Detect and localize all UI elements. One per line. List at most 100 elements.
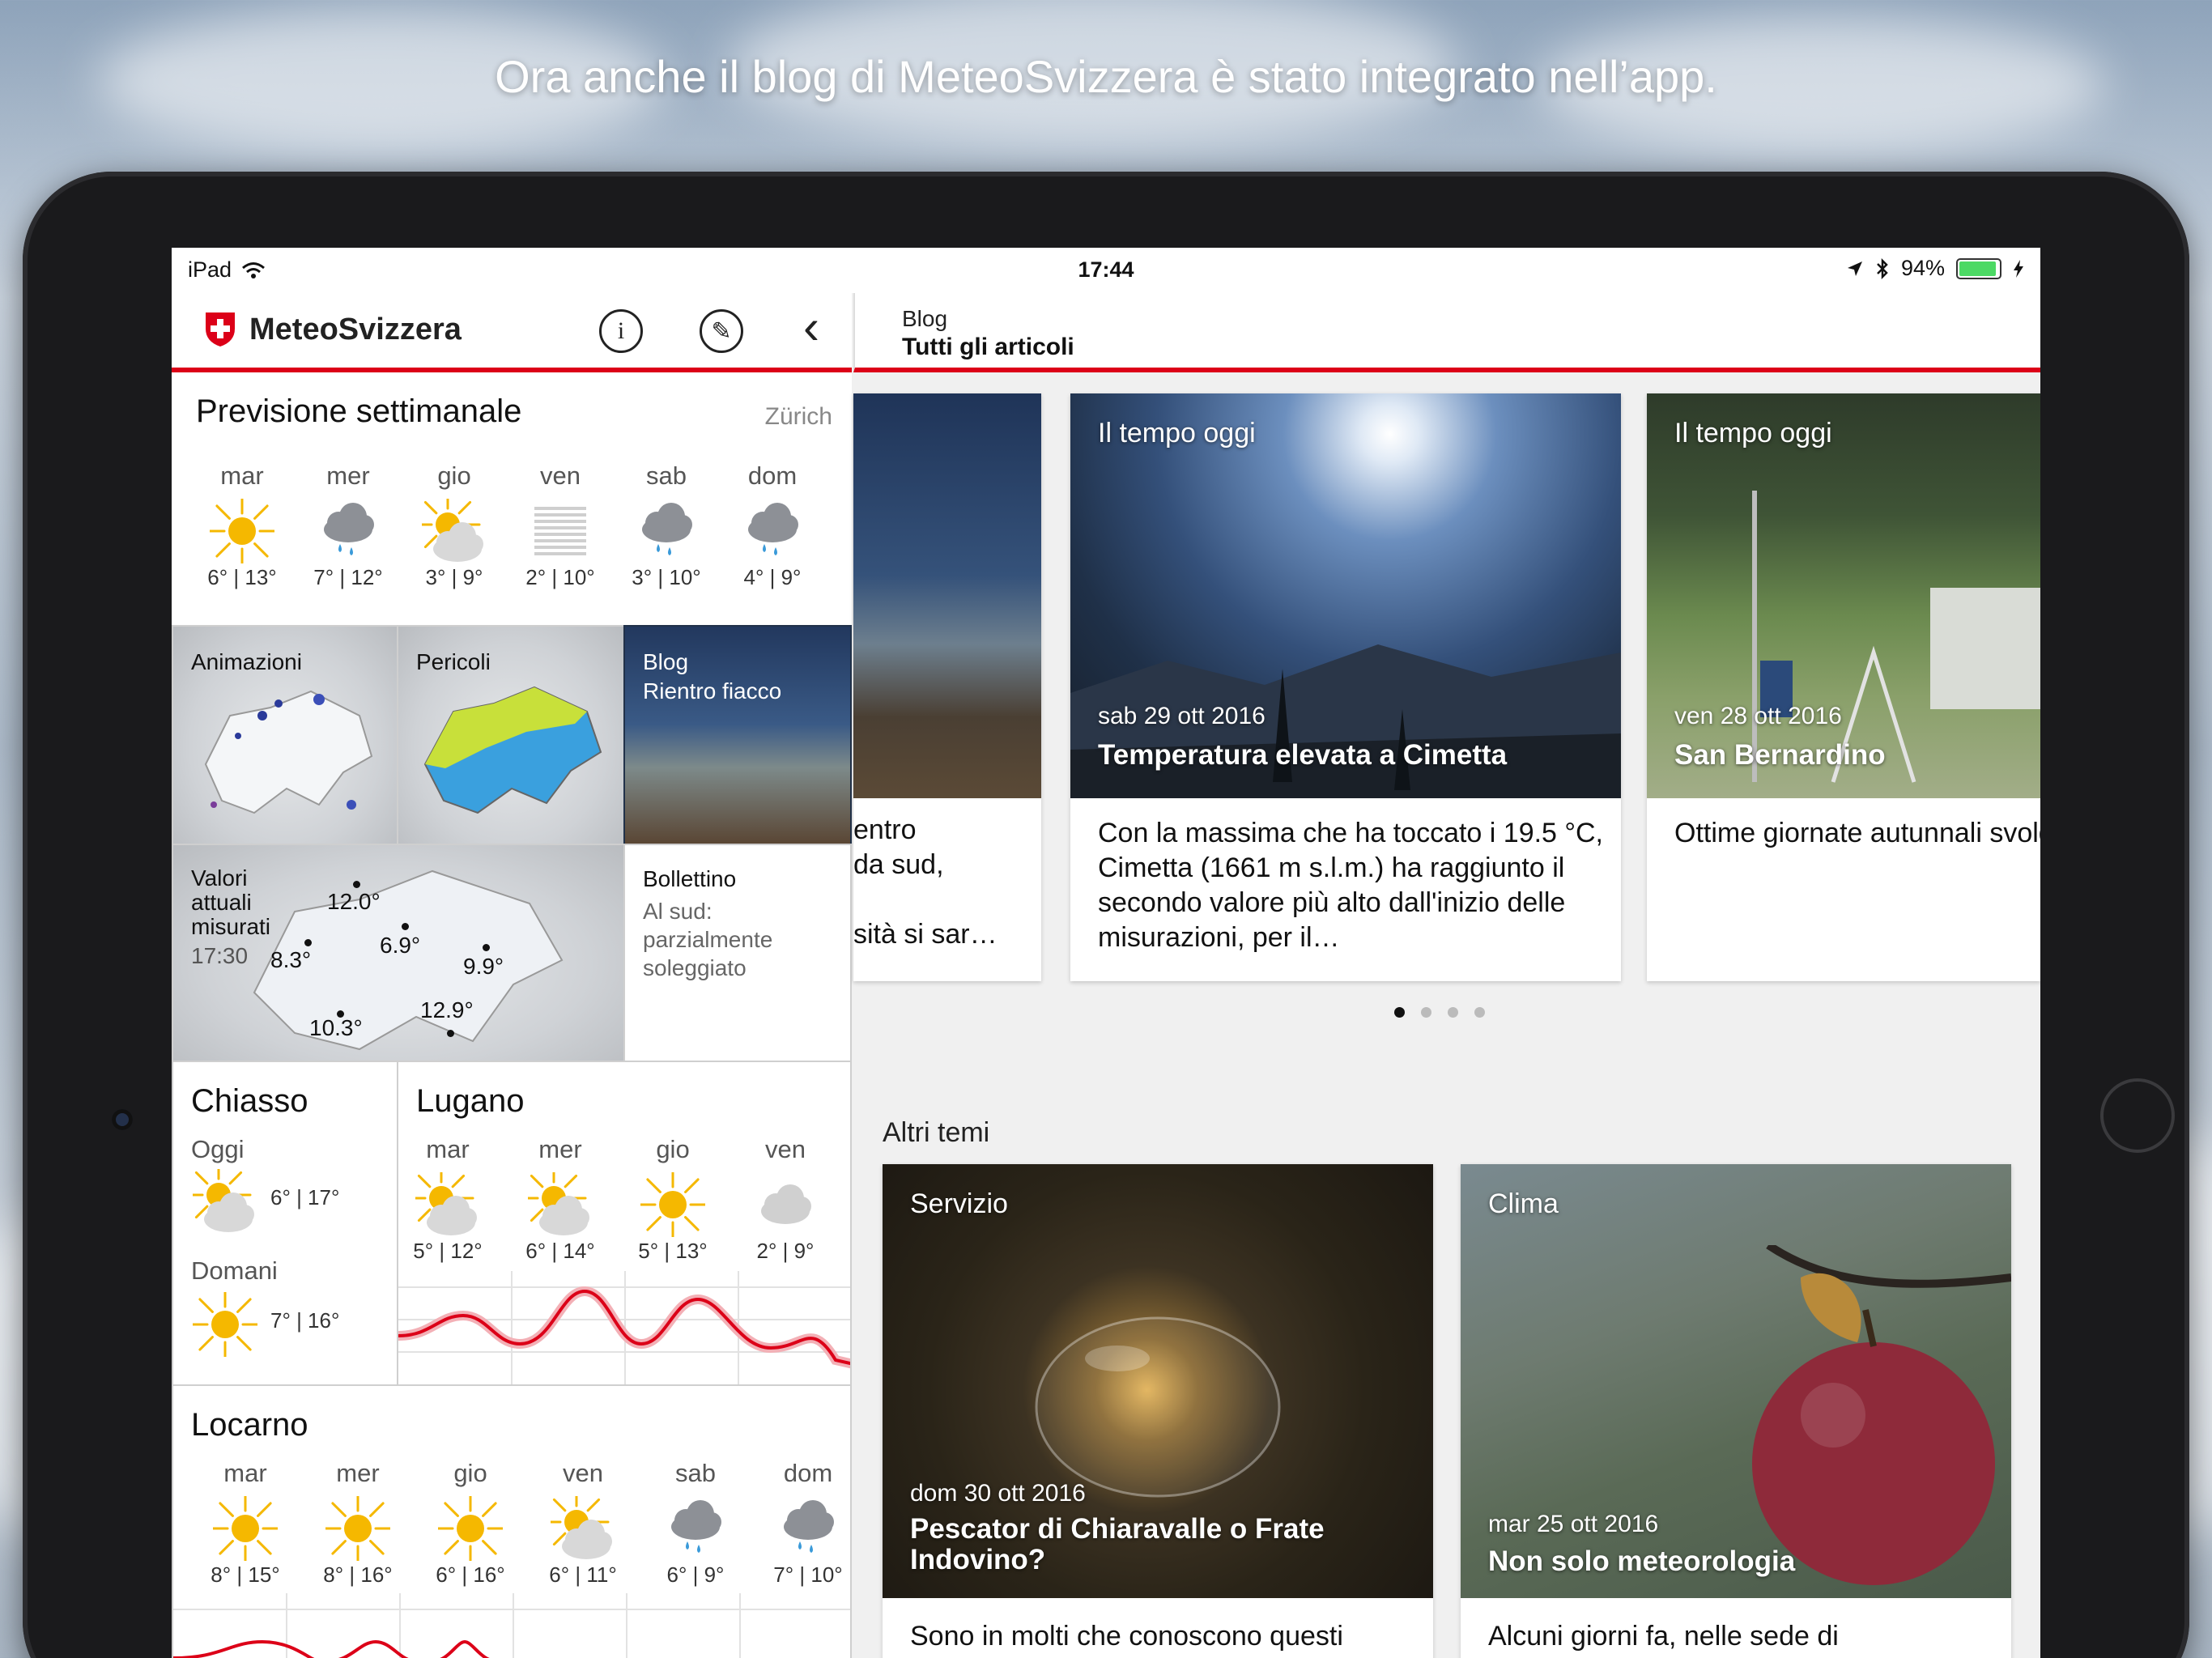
cloud-rain-icon — [643, 1494, 748, 1562]
battery-percent: 94% — [1900, 256, 1945, 280]
home-button[interactable] — [2100, 1078, 2175, 1153]
day-temps: 3° | 9° — [425, 565, 483, 589]
topic-title: Pescator di Chiaravalle o Frate Indovino… — [910, 1513, 1325, 1575]
forecast-day[interactable]: gio 3° | 9° — [402, 461, 507, 590]
topic-category: Servizio — [910, 1188, 1008, 1219]
back-button[interactable]: ‹ — [803, 303, 819, 351]
day-temps: 8° | 15° — [211, 1562, 280, 1587]
left-nav-bar: MeteoSvizzera i ✎ ‹ — [172, 293, 852, 372]
day-label: mar — [223, 1459, 267, 1487]
day-temps: 5° | 13° — [638, 1239, 708, 1263]
topic-category: Clima — [1488, 1188, 1559, 1219]
article-card[interactable]: Il tempo oggi ven 28 ott 2016 San Bernar… — [1647, 393, 2040, 981]
valori-title: Valori attuali misurati — [191, 865, 271, 939]
chiasso-card[interactable]: Chiasso Oggi 6° | 17° Domani 7° | 16° — [172, 1061, 398, 1386]
forecast-day[interactable]: mer 7° | 12° — [296, 461, 401, 590]
brand[interactable]: MeteoSvizzera — [204, 311, 462, 348]
day-temps: 2° | 9° — [756, 1239, 815, 1263]
day-label: mar — [426, 1135, 470, 1163]
forecast-day[interactable]: dom 7° | 10° — [755, 1459, 850, 1588]
article-card-partial[interactable]: entro da sud, sità si sar… — [853, 393, 1041, 981]
day-temps: 6° | 13° — [207, 565, 277, 589]
chiasso-today-temps: 6° | 17° — [270, 1185, 340, 1209]
blog-tile[interactable]: Blog Rientro fiacco — [623, 625, 852, 845]
day-label: mar — [220, 461, 264, 490]
chiasso-tomorrow-temps: 7° | 16° — [270, 1308, 340, 1333]
day-temps: 6° | 11° — [549, 1562, 617, 1587]
day-label: ven — [765, 1135, 806, 1163]
forecast-day[interactable]: sab 3° | 10° — [614, 461, 719, 590]
locarno-card[interactable]: Locarno mar 8° | 15° mer 8° | 16° gio 6° | 16… — [172, 1384, 852, 1658]
forecast-day[interactable]: gio 5° | 13° — [620, 1135, 725, 1264]
charging-icon — [2014, 259, 2023, 278]
pericoli-tile[interactable]: Pericoli — [397, 625, 625, 845]
chiasso-title: Chiasso — [191, 1083, 308, 1119]
article-card[interactable]: Il tempo oggi sab 29 ott 2016 Temperatur… — [1070, 393, 1621, 981]
day-temps: 7° | 12° — [313, 565, 383, 589]
blog-tile-title: Rientro fiacco — [643, 678, 782, 704]
pager-dot[interactable] — [1394, 1007, 1405, 1018]
weekly-location: Zürich — [764, 403, 832, 430]
day-temps: 4° | 9° — [743, 565, 802, 589]
article-excerpt: Con la massima che ha toccato i 19.5 °C,… — [1098, 818, 1604, 953]
day-temps: 6° | 9° — [666, 1562, 725, 1587]
chevron-left-icon: ‹ — [803, 300, 819, 354]
sun-cloud-icon — [508, 1171, 613, 1239]
blog-tile-section: Blog — [643, 649, 689, 674]
sun-cloud-icon — [185, 1162, 257, 1238]
topic-card[interactable]: Servizio dom 30 ott 2016 Pescator di Chi… — [883, 1164, 1433, 1658]
page-title: Tutti gli articoli — [902, 334, 1074, 360]
day-temps: 8° | 16° — [323, 1562, 393, 1587]
valori-tile[interactable]: Valori attuali misurati 17:30 12.0° 8.3°… — [172, 844, 625, 1062]
chiasso-today-label: Oggi — [191, 1135, 245, 1163]
day-label: ven — [540, 461, 581, 490]
cloud-icon — [733, 1171, 838, 1239]
day-label: mer — [326, 461, 370, 490]
day-temps: 5° | 12° — [413, 1239, 483, 1263]
carousel-pager[interactable] — [1394, 1007, 1485, 1018]
locarno-temperature-graph — [173, 1593, 850, 1658]
info-button[interactable]: i — [599, 309, 643, 353]
article-category: Il tempo oggi — [1674, 418, 1832, 449]
pager-dot[interactable] — [1474, 1007, 1485, 1018]
lugano-card[interactable]: Lugano mar 5° | 12° mer 6° | 14° gio 5° | 13°… — [397, 1061, 852, 1386]
forecast-day[interactable]: mar 8° | 15° — [193, 1459, 298, 1588]
forecast-day[interactable]: sab 6° | 9° — [643, 1459, 748, 1588]
sun-icon — [188, 1287, 262, 1362]
forecast-day[interactable]: ven 2° | 10° — [508, 461, 613, 590]
forecast-day[interactable]: dom 4° | 9° — [720, 461, 825, 590]
topic-card[interactable]: Clima mar 25 ott 2016 Non solo meteorolo… — [1461, 1164, 2011, 1658]
sun-icon — [620, 1171, 725, 1239]
forecast-day[interactable]: ven 2° | 9° — [733, 1135, 838, 1264]
promo-banner: Ora anche il blog di MeteoSvizzera è sta… — [495, 51, 1717, 102]
location-icon — [1847, 261, 1862, 276]
day-label: mer — [336, 1459, 380, 1487]
forecast-day[interactable]: mar 5° | 12° — [398, 1135, 500, 1264]
forecast-day[interactable]: mar 6° | 13° — [189, 461, 295, 590]
value-label: 12.0° — [327, 889, 381, 914]
day-label: sab — [646, 461, 687, 490]
forecast-day[interactable]: mer 6° | 14° — [508, 1135, 613, 1264]
day-label: gio — [453, 1459, 487, 1487]
apple-illustration — [1752, 1245, 2011, 1585]
weekly-forecast[interactable]: Previsione settimanale Zürich mar 6° | 13… — [172, 372, 852, 625]
pager-dot[interactable] — [1448, 1007, 1458, 1018]
article-date: ven 28 ott 2016 — [1674, 703, 1842, 729]
left-panel: Previsione settimanale Zürich mar 6° | 13… — [172, 372, 852, 1658]
pager-dot[interactable] — [1421, 1007, 1431, 1018]
sun-cloud-icon — [530, 1494, 636, 1562]
nav-section: Blog — [902, 306, 948, 331]
animazioni-tile[interactable]: Animazioni — [172, 625, 398, 845]
forecast-day[interactable]: gio 6° | 16° — [418, 1459, 523, 1588]
day-temps: 6° | 14° — [525, 1239, 595, 1263]
cloud-rain-icon — [296, 497, 401, 565]
forecast-day[interactable]: mer 8° | 16° — [305, 1459, 410, 1588]
bollettino-tile[interactable]: Bollettino Al sud: parzialmente soleggia… — [623, 844, 852, 1062]
bluetooth-icon — [1877, 257, 1888, 279]
article-title: San Bernardino — [1674, 739, 1886, 771]
forecast-day[interactable]: ven 6° | 11° — [530, 1459, 636, 1588]
sun-icon — [193, 1494, 298, 1562]
swiss-map-animation — [204, 690, 373, 814]
edit-button[interactable]: ✎ — [700, 309, 743, 353]
value-label: 8.3° — [270, 947, 312, 972]
